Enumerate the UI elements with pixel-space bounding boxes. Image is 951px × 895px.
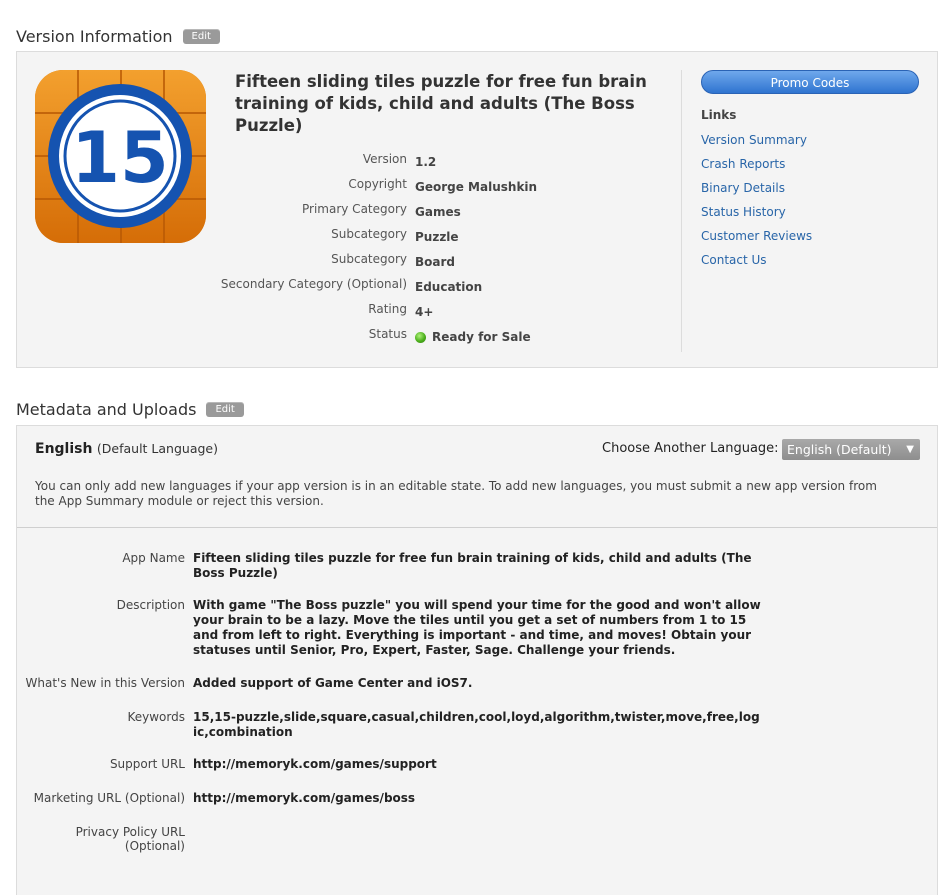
md-value: Fifteen sliding tiles puzzle for free fu… bbox=[193, 551, 752, 580]
link-binary-details[interactable]: Binary Details bbox=[701, 181, 785, 195]
info-row-rating: Rating 4+ bbox=[135, 302, 675, 322]
link-contact-us[interactable]: Contact Us bbox=[701, 253, 767, 267]
language-name: English bbox=[35, 441, 93, 457]
link-version-summary[interactable]: Version Summary bbox=[701, 133, 807, 147]
info-value: 4+ bbox=[415, 305, 434, 319]
vertical-divider bbox=[681, 70, 682, 352]
md-value: http://memoryk.com/games/boss bbox=[193, 791, 416, 805]
md-row-keywords: Keywords 15,15-puzzle,slide,square,casua… bbox=[17, 710, 917, 740]
md-label: Description bbox=[116, 598, 185, 612]
md-label: Marketing URL (Optional) bbox=[33, 791, 185, 805]
info-label: Copyright bbox=[348, 177, 407, 191]
link-crash-reports[interactable]: Crash Reports bbox=[701, 157, 785, 171]
language-select[interactable]: English (Default) ▼ bbox=[782, 439, 920, 460]
md-row-whats-new: What's New in this Version Added support… bbox=[17, 676, 917, 691]
info-label: Subcategory bbox=[331, 227, 407, 241]
info-row-version: Version 1.2 bbox=[135, 152, 675, 172]
md-value: Added support of Game Center and iOS7. bbox=[193, 676, 473, 690]
info-value: Games bbox=[415, 205, 461, 219]
info-label: Primary Category bbox=[302, 202, 407, 216]
info-value: 1.2 bbox=[415, 155, 437, 169]
md-label: Privacy Policy URL (Optional) bbox=[75, 825, 185, 853]
info-row-secondary-category: Secondary Category (Optional) Education bbox=[135, 277, 675, 297]
metadata-heading: Metadata and Uploads Edit bbox=[16, 400, 244, 419]
selected-language: English (Default) bbox=[787, 442, 892, 457]
md-row-support-url: Support URL http://memoryk.com/games/sup… bbox=[17, 757, 917, 772]
info-value: Board bbox=[415, 255, 455, 269]
md-value bbox=[193, 825, 773, 853]
info-row-copyright: Copyright George Malushkin bbox=[135, 177, 675, 197]
status-text: Ready for Sale bbox=[432, 330, 531, 344]
md-value: With game "The Boss puzzle" you will spe… bbox=[193, 598, 761, 657]
md-label: App Name bbox=[122, 551, 185, 565]
info-row-primary-category: Primary Category Games bbox=[135, 202, 675, 222]
separator bbox=[17, 527, 937, 528]
info-label: Version bbox=[362, 152, 407, 166]
info-value: George Malushkin bbox=[415, 180, 538, 194]
md-label: Keywords bbox=[127, 710, 185, 724]
md-label: What's New in this Version bbox=[25, 676, 185, 690]
md-value: 15,15-puzzle,slide,square,casual,childre… bbox=[193, 710, 760, 739]
version-info-heading: Version Information Edit bbox=[16, 27, 220, 46]
info-label: Rating bbox=[368, 302, 407, 316]
version-info-panel: 15 Fifteen sliding tiles puzzle for free… bbox=[16, 51, 938, 368]
app-title: Fifteen sliding tiles puzzle for free fu… bbox=[235, 72, 647, 135]
language-info-note: You can only add new languages if your a… bbox=[35, 479, 877, 508]
choose-language-label: Choose Another Language: bbox=[602, 441, 779, 456]
language-note: (Default Language) bbox=[96, 441, 218, 456]
info-label: Secondary Category (Optional) bbox=[220, 277, 407, 291]
current-language: English (Default Language) bbox=[35, 441, 218, 457]
link-status-history[interactable]: Status History bbox=[701, 205, 786, 219]
status-value: Ready for Sale bbox=[415, 327, 531, 347]
info-row-status: Status Ready for Sale bbox=[135, 327, 675, 347]
info-row-subcategory-1: Subcategory Puzzle bbox=[135, 227, 675, 247]
md-row-app-name: App Name Fifteen sliding tiles puzzle fo… bbox=[17, 551, 917, 581]
version-info-title: Version Information bbox=[16, 27, 173, 46]
metadata-panel: English (Default Language) Choose Anothe… bbox=[16, 425, 938, 895]
md-row-marketing-url: Marketing URL (Optional) http://memoryk.… bbox=[17, 791, 917, 806]
link-customer-reviews[interactable]: Customer Reviews bbox=[701, 229, 812, 243]
promo-codes-button[interactable]: Promo Codes bbox=[701, 70, 919, 94]
status-dot-icon bbox=[415, 331, 426, 343]
metadata-edit-button[interactable]: Edit bbox=[206, 402, 244, 417]
info-label: Subcategory bbox=[331, 252, 407, 266]
version-edit-button[interactable]: Edit bbox=[182, 29, 220, 44]
links-title: Links bbox=[701, 108, 737, 122]
md-label: Support URL bbox=[109, 757, 185, 771]
info-label: Status bbox=[368, 327, 407, 341]
dropdown-arrow-icon: ▼ bbox=[906, 444, 914, 455]
md-value: http://memoryk.com/games/support bbox=[193, 757, 437, 771]
metadata-title: Metadata and Uploads bbox=[16, 400, 197, 419]
info-row-subcategory-2: Subcategory Board bbox=[135, 252, 675, 272]
info-value: Education bbox=[415, 280, 483, 294]
md-row-description: Description With game "The Boss puzzle" … bbox=[17, 598, 917, 658]
md-row-privacy-url: Privacy Policy URL (Optional) bbox=[17, 825, 917, 853]
info-value: Puzzle bbox=[415, 230, 459, 244]
